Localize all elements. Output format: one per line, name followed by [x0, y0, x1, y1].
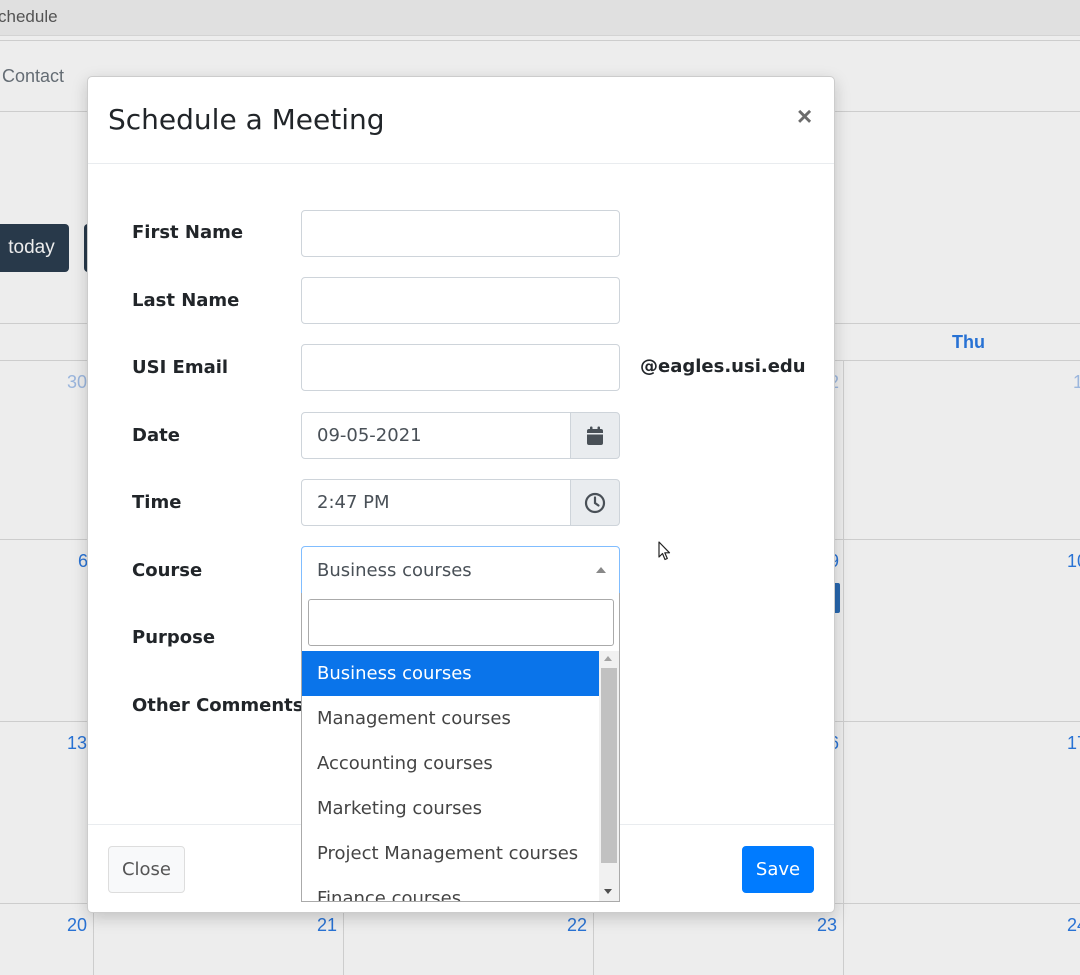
time-label: Time — [132, 492, 182, 513]
close-icon[interactable]: × — [797, 101, 812, 132]
last-name-label: Last Name — [132, 290, 240, 311]
course-option[interactable]: Business courses — [302, 651, 599, 696]
dropdown-scrollbar[interactable] — [599, 651, 619, 901]
chevron-up-icon — [596, 567, 606, 573]
clock-icon — [584, 492, 606, 513]
modal-title: Schedule a Meeting — [108, 103, 385, 136]
calendar-icon — [587, 426, 603, 445]
first-name-label: First Name — [132, 222, 244, 243]
course-option[interactable]: Marketing courses — [302, 786, 599, 831]
email-field[interactable] — [301, 344, 620, 391]
scroll-up-arrow-icon[interactable] — [604, 656, 612, 661]
date-field[interactable]: 09-05-2021 — [301, 412, 571, 459]
date-picker-button[interactable] — [570, 412, 620, 459]
purpose-label: Purpose — [132, 627, 216, 648]
scrollbar-thumb[interactable] — [601, 668, 617, 863]
course-selected-value: Business courses — [317, 559, 472, 581]
date-label: Date — [132, 425, 180, 446]
course-option[interactable]: Project Management courses — [302, 831, 599, 876]
first-name-field[interactable] — [301, 210, 620, 257]
mouse-cursor-icon — [658, 541, 671, 561]
last-name-field[interactable] — [301, 277, 620, 324]
course-option[interactable]: Finance courses — [302, 876, 599, 901]
course-search-input[interactable] — [308, 599, 614, 646]
course-option[interactable]: Accounting courses — [302, 741, 599, 786]
course-options-list: Business courses Management courses Acco… — [302, 651, 599, 901]
time-picker-button[interactable] — [570, 479, 620, 526]
course-select[interactable]: Business courses — [301, 546, 620, 594]
close-button[interactable]: Close — [108, 846, 185, 893]
course-option[interactable]: Management courses — [302, 696, 599, 741]
modal-header: Schedule a Meeting × — [88, 77, 834, 164]
course-label: Course — [132, 560, 203, 581]
email-label: USI Email — [132, 357, 229, 378]
schedule-meeting-modal: Schedule a Meeting × First Name Last Nam… — [87, 76, 835, 913]
scroll-down-arrow-icon[interactable] — [604, 889, 612, 894]
email-domain-suffix: @eagles.usi.edu — [640, 356, 806, 377]
save-button[interactable]: Save — [742, 846, 814, 893]
comments-label: Other Comments — [132, 695, 304, 716]
time-field[interactable]: 2:47 PM — [301, 479, 571, 526]
course-dropdown: Business courses Management courses Acco… — [301, 593, 620, 902]
